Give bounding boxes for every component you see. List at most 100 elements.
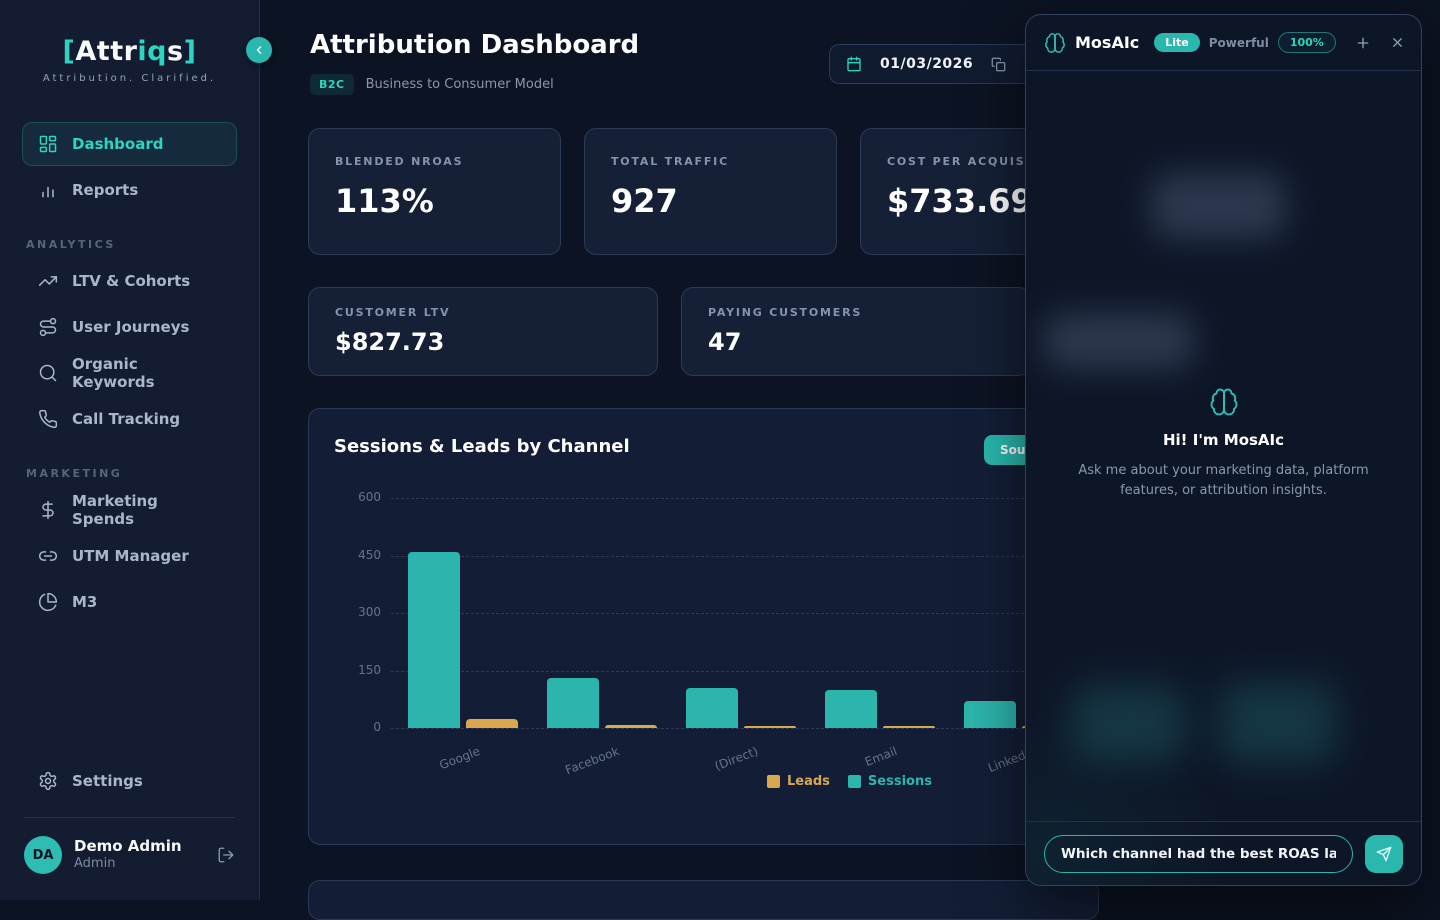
sidebar-item-reports[interactable]: Reports (22, 168, 237, 212)
model-badge: B2C (310, 74, 354, 95)
sidebar-item-call-tracking[interactable]: Call Tracking (22, 397, 237, 441)
stat-card-total-traffic: TOTAL TRAFFIC 927 (584, 128, 837, 255)
pie-chart-icon (38, 592, 58, 612)
close-icon[interactable] (1390, 35, 1405, 51)
chart-title: Sessions & Leads by Channel (334, 436, 630, 457)
nav-marketing: Marketing Spends UTM ManagerM3 (0, 488, 259, 624)
trending-up-icon (38, 271, 58, 291)
sidebar-item-settings[interactable]: Settings (22, 759, 237, 803)
stats-row-2: CUSTOMER LTV$827.73PAYING CUSTOMERS47 (308, 287, 1031, 376)
legend-swatch (767, 775, 780, 788)
user-name: Demo Admin (74, 837, 182, 857)
logo-part-3: s (167, 36, 184, 67)
bar-leads-direct (744, 726, 796, 728)
chat-header: MosAIc Lite Powerful 100% (1026, 15, 1421, 71)
search-icon (38, 363, 58, 383)
stat-value: $827.73 (335, 328, 631, 356)
brain-icon (1044, 32, 1066, 54)
logout-icon[interactable] (217, 846, 235, 864)
legend-label: Sessions (868, 774, 932, 789)
sidebar-item-label: Reports (72, 181, 138, 199)
bar-sessions-facebook (547, 678, 599, 728)
chat-empty-state: Hi! I'm MosAIc Ask me about your marketi… (1026, 387, 1421, 500)
bar-sessions-direct (686, 688, 738, 728)
dollar-icon (38, 500, 58, 520)
copy-date-icon[interactable] (991, 57, 1006, 72)
bar-leads-email (883, 726, 935, 728)
sidebar-item-label: Marketing Spends (72, 492, 221, 528)
route-icon (38, 317, 58, 337)
chart-x-label: (Direct) (677, 744, 760, 787)
brand-tagline: Attribution. Clarified. (0, 73, 259, 84)
bar-sessions-email (825, 690, 877, 728)
chart-gridline (391, 556, 1079, 557)
gear-icon (38, 771, 58, 791)
chart-x-label: Facebook (538, 744, 621, 787)
reports-icon (38, 180, 58, 200)
model-badge-row: B2C Business to Consumer Model (310, 74, 554, 95)
chart-gridline (391, 671, 1079, 672)
chart-y-tick: 300 (337, 605, 381, 619)
logo-bracket-left: [ (63, 36, 76, 67)
sidebar-collapse-button[interactable] (246, 37, 272, 63)
send-icon (1376, 846, 1392, 862)
page-title: Attribution Dashboard (310, 30, 639, 60)
sidebar-item-label: Dashboard (72, 135, 163, 153)
nav-analytics: LTV & Cohorts User Journeys Organic Keywor… (0, 259, 259, 441)
tier-powerful-toggle[interactable]: Powerful (1209, 36, 1269, 50)
chart-y-tick: 0 (337, 720, 381, 734)
stat-card-blended-nroas: BLENDED NROAS113% (308, 128, 561, 255)
chat-input[interactable] (1044, 835, 1353, 873)
chat-input-row (1026, 821, 1421, 885)
sidebar-item-label: Organic Keywords (72, 355, 221, 391)
sidebar-item-utm-manager[interactable]: UTM Manager (22, 534, 237, 578)
stat-card-customer-ltv: CUSTOMER LTV$827.73 (308, 287, 658, 376)
chat-greeting-subtext: Ask me about your marketing data, platfo… (1059, 461, 1389, 500)
stat-label: BLENDED NROAS (335, 155, 534, 168)
brand-name: [Attriqs] (0, 36, 259, 67)
blurred-chip-2 (1219, 683, 1336, 763)
send-button[interactable] (1365, 835, 1403, 873)
stat-value: 927 (611, 182, 810, 220)
user-row: DA Demo Admin Admin (0, 818, 259, 900)
sidebar-item-label: User Journeys (72, 318, 189, 336)
next-card-partial (308, 880, 1099, 920)
stat-label: TOTAL TRAFFIC (611, 155, 810, 168)
blurred-message-2 (1044, 313, 1194, 369)
new-chat-icon[interactable] (1355, 35, 1371, 51)
sidebar-item-m3[interactable]: M3 (22, 580, 237, 624)
sidebar-bottom: Settings DA Demo Admin Admin (0, 757, 259, 900)
blurred-chip-1 (1071, 686, 1186, 761)
sidebar-item-dashboard[interactable]: Dashboard (22, 122, 237, 166)
section-label-analytics: ANALYTICS (26, 238, 259, 251)
mosaic-chat-panel: MosAIc Lite Powerful 100% Hi! I'm MosAIc… (1025, 14, 1422, 886)
date-value: 01/03/2026 (880, 56, 973, 72)
user-role: Admin (74, 856, 182, 873)
bar-sessions-linkedin (964, 701, 1016, 728)
link-icon (38, 546, 58, 566)
settings-label: Settings (72, 772, 143, 790)
model-description: Business to Consumer Model (366, 77, 554, 92)
sidebar-item-ltv-cohorts[interactable]: LTV & Cohorts (22, 259, 237, 303)
user-meta: Demo Admin Admin (74, 837, 182, 873)
nav-main: Dashboard Reports (0, 122, 259, 212)
sidebar-item-marketing-spends[interactable]: Marketing Spends (22, 488, 237, 532)
chart-gridline (391, 613, 1079, 614)
brand-logo: [Attriqs] Attribution. Clarified. (0, 0, 259, 84)
stat-label: PAYING CUSTOMERS (708, 306, 1004, 319)
chart-gridline (391, 728, 1079, 729)
legend-item-sessions: Sessions (848, 774, 932, 789)
sidebar-item-user-journeys[interactable]: User Journeys (22, 305, 237, 349)
legend-label: Leads (787, 774, 830, 789)
logo-bracket-right: ] (184, 36, 197, 67)
sidebar-item-label: Call Tracking (72, 410, 180, 428)
sidebar-item-organic-keywords[interactable]: Organic Keywords (22, 351, 237, 395)
chart-gridline (391, 498, 1079, 499)
tier-lite-badge[interactable]: Lite (1154, 33, 1200, 52)
chart-y-tick: 150 (337, 663, 381, 677)
sidebar-item-label: LTV & Cohorts (72, 272, 190, 290)
chart-legend: Leads Sessions (767, 774, 932, 789)
calendar-icon (846, 56, 862, 72)
chart-y-tick: 600 (337, 490, 381, 504)
logo-part-1: Attr (75, 36, 137, 67)
